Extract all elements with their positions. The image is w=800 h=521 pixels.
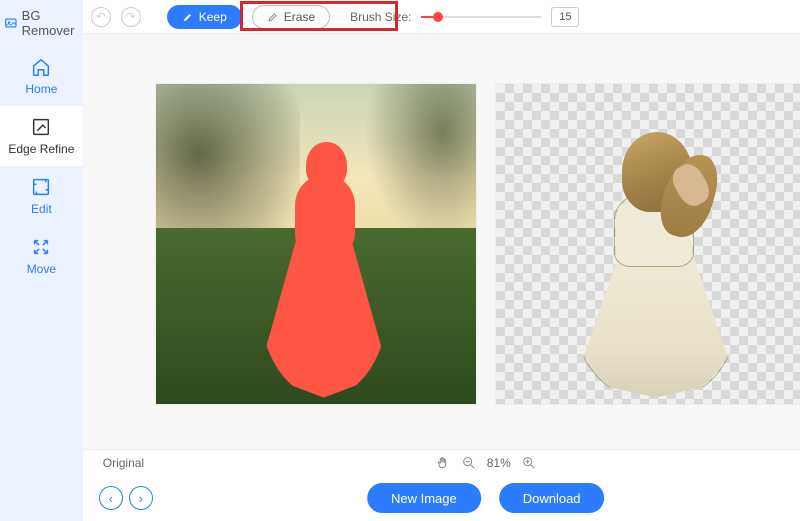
brush-size-slider[interactable] bbox=[421, 9, 541, 25]
bottom-bar: ‹ › New Image Download bbox=[83, 475, 800, 521]
sidebar-label-home: Home bbox=[25, 82, 57, 96]
erase-brush-icon bbox=[267, 11, 279, 23]
brush-size-value[interactable]: 15 bbox=[551, 7, 579, 27]
edit-icon bbox=[30, 176, 52, 198]
zoom-out-icon[interactable] bbox=[461, 455, 477, 471]
keep-brush-icon bbox=[182, 11, 194, 23]
download-button[interactable]: Download bbox=[499, 483, 605, 513]
app-logo-icon bbox=[4, 14, 18, 32]
keep-label: Keep bbox=[199, 10, 227, 24]
sidebar-label-edit: Edit bbox=[31, 202, 52, 216]
canvas-area bbox=[83, 34, 800, 449]
main-area: ↶ ↷ Keep Erase Brush Size: 15 bbox=[83, 0, 800, 521]
toolbar: ↶ ↷ Keep Erase Brush Size: 15 bbox=[83, 0, 800, 34]
status-bar: Original 81% Preview bbox=[83, 449, 800, 475]
slider-fill bbox=[421, 16, 433, 18]
brush-size-label: Brush Size: bbox=[350, 10, 411, 24]
pan-hand-icon[interactable] bbox=[435, 455, 451, 471]
original-label: Original bbox=[103, 456, 144, 470]
sidebar-label-move: Move bbox=[27, 262, 56, 276]
move-icon bbox=[30, 236, 52, 258]
cutout-result bbox=[573, 132, 739, 398]
zoom-in-icon[interactable] bbox=[521, 455, 537, 471]
app-title: BG Remover bbox=[0, 0, 83, 46]
erase-tool-button[interactable]: Erase bbox=[252, 5, 330, 29]
sidebar-item-move[interactable]: Move bbox=[0, 226, 83, 286]
new-image-button[interactable]: New Image bbox=[367, 483, 481, 513]
zoom-level: 81% bbox=[487, 456, 511, 470]
sidebar-label-edge-refine: Edge Refine bbox=[8, 142, 74, 156]
home-icon bbox=[30, 56, 52, 78]
original-image bbox=[156, 84, 476, 404]
slider-thumb[interactable] bbox=[433, 12, 443, 22]
original-panel[interactable] bbox=[156, 84, 476, 404]
app-title-text: BG Remover bbox=[22, 8, 79, 38]
erase-label: Erase bbox=[284, 10, 315, 24]
transparency-checker bbox=[496, 84, 800, 404]
keep-tool-button[interactable]: Keep bbox=[167, 5, 242, 29]
preview-panel[interactable] bbox=[496, 84, 800, 404]
keep-mask-overlay bbox=[252, 142, 396, 398]
sidebar-item-edit[interactable]: Edit bbox=[0, 166, 83, 226]
next-image-button[interactable]: › bbox=[129, 486, 153, 510]
prev-image-button[interactable]: ‹ bbox=[99, 486, 123, 510]
sidebar: BG Remover Home Edge Refine Edit Move bbox=[0, 0, 83, 521]
sidebar-item-home[interactable]: Home bbox=[0, 46, 83, 106]
edge-refine-icon bbox=[30, 116, 52, 138]
redo-button[interactable]: ↷ bbox=[121, 7, 141, 27]
sidebar-item-edge-refine[interactable]: Edge Refine bbox=[0, 106, 83, 166]
undo-button[interactable]: ↶ bbox=[91, 7, 111, 27]
